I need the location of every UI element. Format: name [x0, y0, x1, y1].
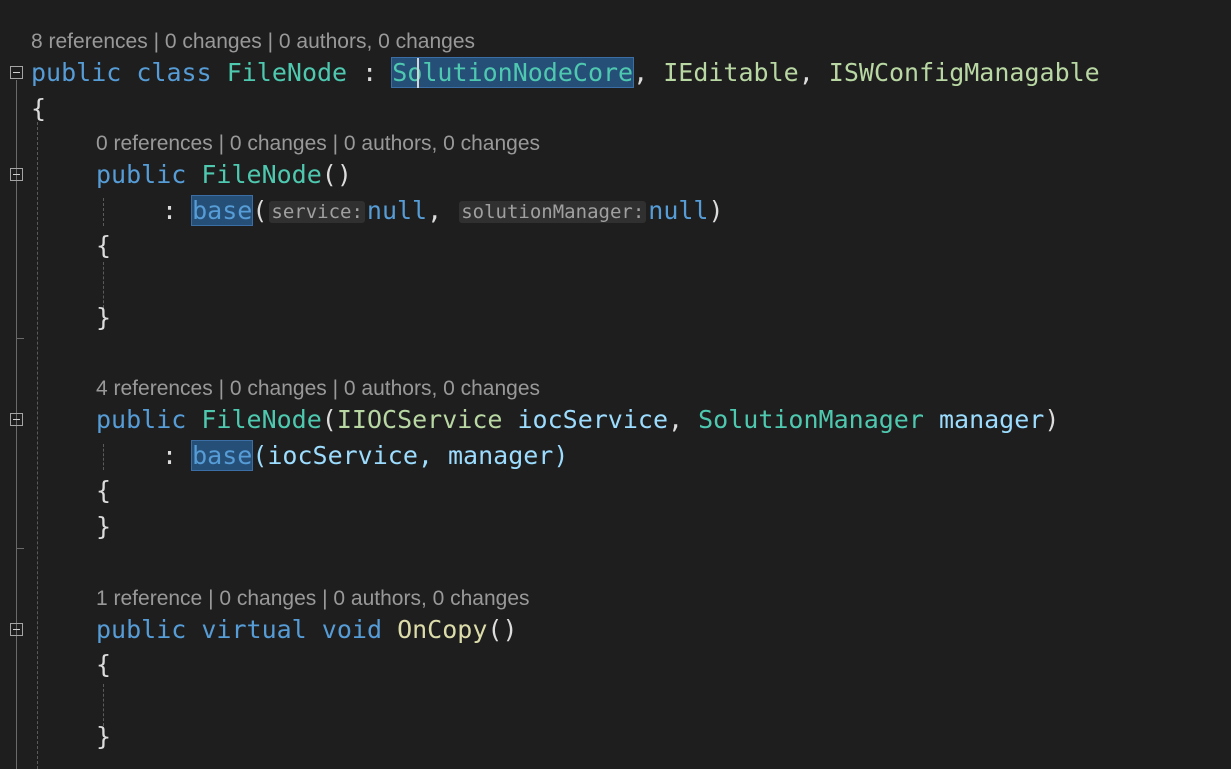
ctor1-code-lens[interactable]: 0 references | 0 changes | 0 authors, 0 … — [96, 132, 540, 156]
keyword-null: null — [648, 196, 709, 225]
ctor1-close-brace: } — [96, 303, 112, 332]
colon: : — [347, 58, 393, 87]
keyword-public: public — [96, 615, 187, 644]
collapse-ctor1-icon[interactable] — [10, 168, 23, 181]
ctor2-base-call[interactable]: : base(iocService, manager) — [162, 439, 568, 473]
ctor2-indent-guide — [103, 444, 104, 470]
class-open-brace: { — [31, 94, 47, 123]
colon: : — [162, 196, 193, 225]
keyword-public: public — [96, 405, 187, 434]
keyword-void: void — [321, 615, 383, 644]
ctor2-close-brace: } — [96, 512, 112, 541]
base-type-selected[interactable]: SolutionNodeCore — [391, 57, 635, 88]
keyword-base-highlighted[interactable]: base — [191, 195, 254, 226]
ctor2-open-brace: { — [96, 476, 112, 505]
ctor2-signature[interactable]: public FileNode(IIOCService iocService, … — [96, 403, 1059, 437]
ctor-name: FileNode — [201, 160, 322, 189]
close-paren: ) — [1044, 405, 1060, 434]
comma: , — [633, 58, 664, 87]
method-name: OnCopy — [397, 615, 488, 644]
parens: () — [487, 615, 518, 644]
method-open-brace: { — [96, 650, 112, 679]
keyword-public: public — [31, 58, 122, 87]
code-editor[interactable]: 8 references | 0 changes | 0 authors, 0 … — [0, 0, 1231, 769]
ctor1-base-call[interactable]: : base(service: null, solutionManager: nul… — [162, 194, 724, 228]
keyword-null: null — [366, 196, 428, 225]
keyword-public: public — [96, 160, 187, 189]
ctor1-open-brace: { — [96, 231, 112, 260]
open-paren: ( — [321, 405, 337, 434]
colon: : — [162, 441, 193, 470]
ctor2-outline-end — [16, 548, 24, 549]
ctor1-indent-guide-a — [103, 198, 104, 226]
text-caret — [417, 58, 419, 88]
class-code-lens[interactable]: 8 references | 0 changes | 0 authors, 0 … — [31, 30, 475, 54]
param-type-iiocservice: IIOCService — [336, 405, 503, 434]
interface-ieditable: IEditable — [663, 58, 799, 87]
ctor2-code-lens[interactable]: 4 references | 0 changes | 0 authors, 0 … — [96, 377, 540, 401]
open-paren: ( — [252, 196, 268, 225]
param-type-solution-manager: SolutionManager — [698, 405, 924, 434]
collapse-ctor2-icon[interactable] — [10, 413, 23, 426]
inlay-hint-service: service: — [269, 201, 365, 223]
keyword-class: class — [136, 58, 212, 87]
base-args: (iocService, manager) — [252, 441, 569, 470]
collapse-class-icon[interactable] — [10, 66, 23, 79]
collapse-method-icon[interactable] — [10, 623, 23, 636]
ctor1-outline-end — [16, 338, 24, 339]
param-ioc-service: iocService — [517, 405, 669, 434]
method-close-brace: } — [96, 722, 112, 751]
ctor-name: FileNode — [201, 405, 322, 434]
inlay-hint-solution-manager: solutionManager: — [459, 201, 647, 223]
comma: , — [798, 58, 829, 87]
parens: () — [321, 160, 352, 189]
class-name: FileNode — [226, 58, 348, 87]
interface-iswconfigmanagable: ISWConfigManagable — [828, 58, 1100, 87]
ctor1-signature[interactable]: public FileNode() — [96, 158, 352, 192]
close-paren: ) — [708, 196, 724, 225]
comma: , — [668, 405, 699, 434]
method-signature[interactable]: public virtual void OnCopy() — [96, 613, 518, 647]
method-code-lens[interactable]: 1 reference | 0 changes | 0 authors, 0 c… — [96, 587, 530, 611]
class-indent-guide — [37, 122, 38, 769]
param-manager: manager — [938, 405, 1045, 434]
keyword-base-highlighted[interactable]: base — [191, 440, 254, 471]
comma: , — [427, 196, 458, 225]
class-declaration-line[interactable]: public class FileNode : SolutionNodeCore… — [31, 56, 1100, 90]
keyword-virtual: virtual — [201, 615, 307, 644]
